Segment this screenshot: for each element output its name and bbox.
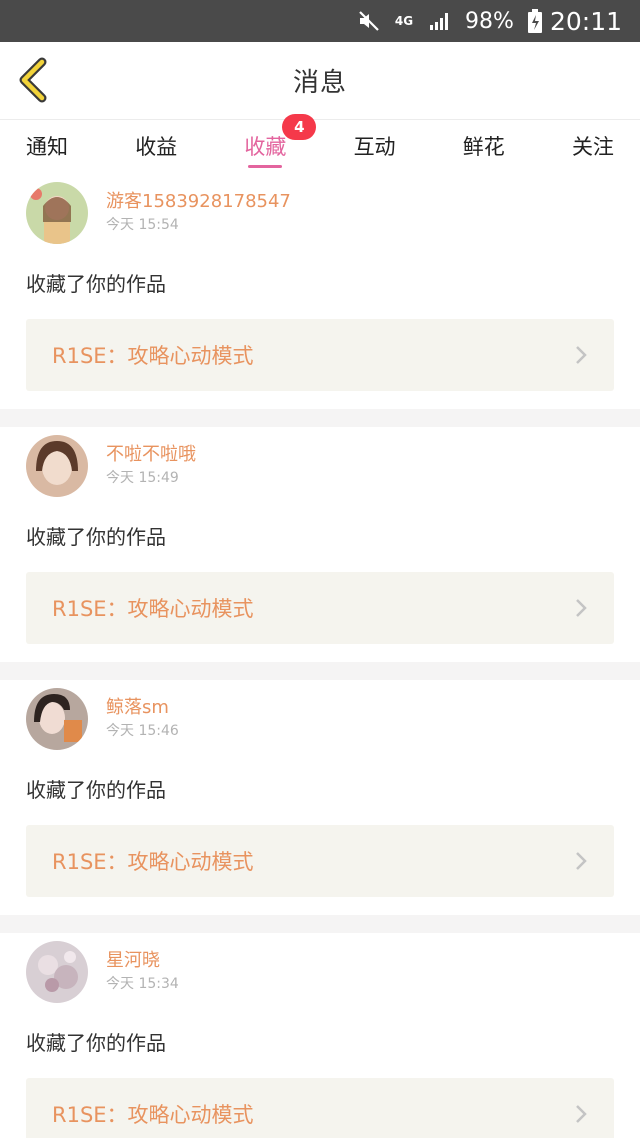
- action-text: 收藏了你的作品: [26, 525, 166, 549]
- network-label: 4G: [394, 14, 414, 28]
- tab-label: 通知: [26, 135, 68, 159]
- avatar[interactable]: [26, 435, 88, 497]
- work-link[interactable]: R1SE：攻略心动模式: [26, 1078, 614, 1138]
- signal-icon: [429, 11, 451, 31]
- user-meta: 不啦不啦哦 今天 15:49: [106, 443, 196, 489]
- user-meta: 星河晓 今天 15:34: [106, 949, 179, 995]
- user-name[interactable]: 不啦不啦哦: [106, 443, 196, 467]
- avatar[interactable]: [26, 182, 88, 244]
- tab-favorites[interactable]: 收藏 4: [244, 114, 317, 172]
- user-row: 不啦不啦哦 今天 15:49: [26, 433, 614, 499]
- chevron-right-icon: [576, 599, 587, 617]
- mute-icon: [357, 9, 381, 33]
- user-name[interactable]: 鲸落sm: [106, 696, 179, 720]
- chevron-right-icon: [576, 346, 587, 364]
- timestamp: 今天 15:46: [106, 723, 179, 739]
- user-row: 游客1583928178547 今天 15:54: [26, 180, 614, 246]
- timestamp: 今天 15:34: [106, 976, 179, 992]
- clock: 20:11: [549, 6, 622, 36]
- chevron-right-icon: [576, 852, 587, 870]
- timestamp: 今天 15:54: [106, 217, 179, 233]
- list-item: 不啦不啦哦 今天 15:49 收藏了你的作品 R1SE：攻略心动模式: [0, 427, 640, 662]
- tab-interactions[interactable]: 互动: [354, 120, 396, 172]
- work-title: R1SE：攻略心动模式: [52, 344, 254, 368]
- action-text: 收藏了你的作品: [26, 778, 166, 802]
- work-title: R1SE：攻略心动模式: [52, 597, 254, 621]
- page-title: 消息: [292, 68, 347, 98]
- battery-percent: 98%: [465, 8, 514, 34]
- action-text: 收藏了你的作品: [26, 272, 166, 296]
- tab-bar: 通知 收益 收藏 4 互动 鲜花 关注: [0, 114, 640, 172]
- active-tab-indicator: [248, 165, 283, 168]
- tab-follows[interactable]: 关注: [572, 120, 614, 172]
- user-meta: 鲸落sm 今天 15:46: [106, 696, 179, 742]
- battery-icon: [527, 9, 542, 33]
- message-list: 游客1583928178547 今天 15:54 收藏了你的作品 R1SE：攻略…: [0, 172, 640, 1138]
- tab-label: 收藏: [244, 135, 287, 159]
- tab-notifications[interactable]: 通知: [26, 120, 68, 172]
- work-link[interactable]: R1SE：攻略心动模式: [26, 319, 614, 391]
- avatar[interactable]: [26, 941, 88, 1003]
- work-title: R1SE：攻略心动模式: [52, 850, 254, 874]
- work-title: R1SE：攻略心动模式: [52, 1103, 254, 1127]
- work-link[interactable]: R1SE：攻略心动模式: [26, 572, 614, 644]
- list-item: 鲸落sm 今天 15:46 收藏了你的作品 R1SE：攻略心动模式: [0, 680, 640, 915]
- action-text: 收藏了你的作品: [26, 1031, 166, 1055]
- chevron-left-icon: [19, 57, 47, 103]
- tab-flowers[interactable]: 鲜花: [463, 120, 505, 172]
- list-item: 星河晓 今天 15:34 收藏了你的作品 R1SE：攻略心动模式: [0, 933, 640, 1138]
- user-meta: 游客1583928178547 今天 15:54: [106, 190, 291, 236]
- user-name[interactable]: 游客1583928178547: [106, 190, 291, 214]
- user-row: 鲸落sm 今天 15:46: [26, 686, 614, 752]
- tab-label: 鲜花: [462, 135, 505, 159]
- status-bar: 4G 98% 20:11: [0, 0, 640, 42]
- timestamp: 今天 15:49: [106, 470, 179, 486]
- tab-label: 关注: [571, 135, 614, 159]
- tab-label: 收益: [135, 135, 178, 159]
- nav-bar: 消息: [0, 42, 640, 120]
- chevron-right-icon: [576, 1105, 587, 1123]
- tab-earnings[interactable]: 收益: [135, 120, 177, 172]
- work-link[interactable]: R1SE：攻略心动模式: [26, 825, 614, 897]
- network-indicator: 4G: [395, 15, 415, 27]
- user-row: 星河晓 今天 15:34: [26, 939, 614, 1005]
- tab-label: 互动: [353, 135, 396, 159]
- list-item: 游客1583928178547 今天 15:54 收藏了你的作品 R1SE：攻略…: [0, 172, 640, 409]
- back-button[interactable]: [14, 56, 54, 104]
- unread-badge: 4: [282, 114, 317, 140]
- avatar[interactable]: [26, 688, 88, 750]
- user-name[interactable]: 星河晓: [106, 949, 179, 973]
